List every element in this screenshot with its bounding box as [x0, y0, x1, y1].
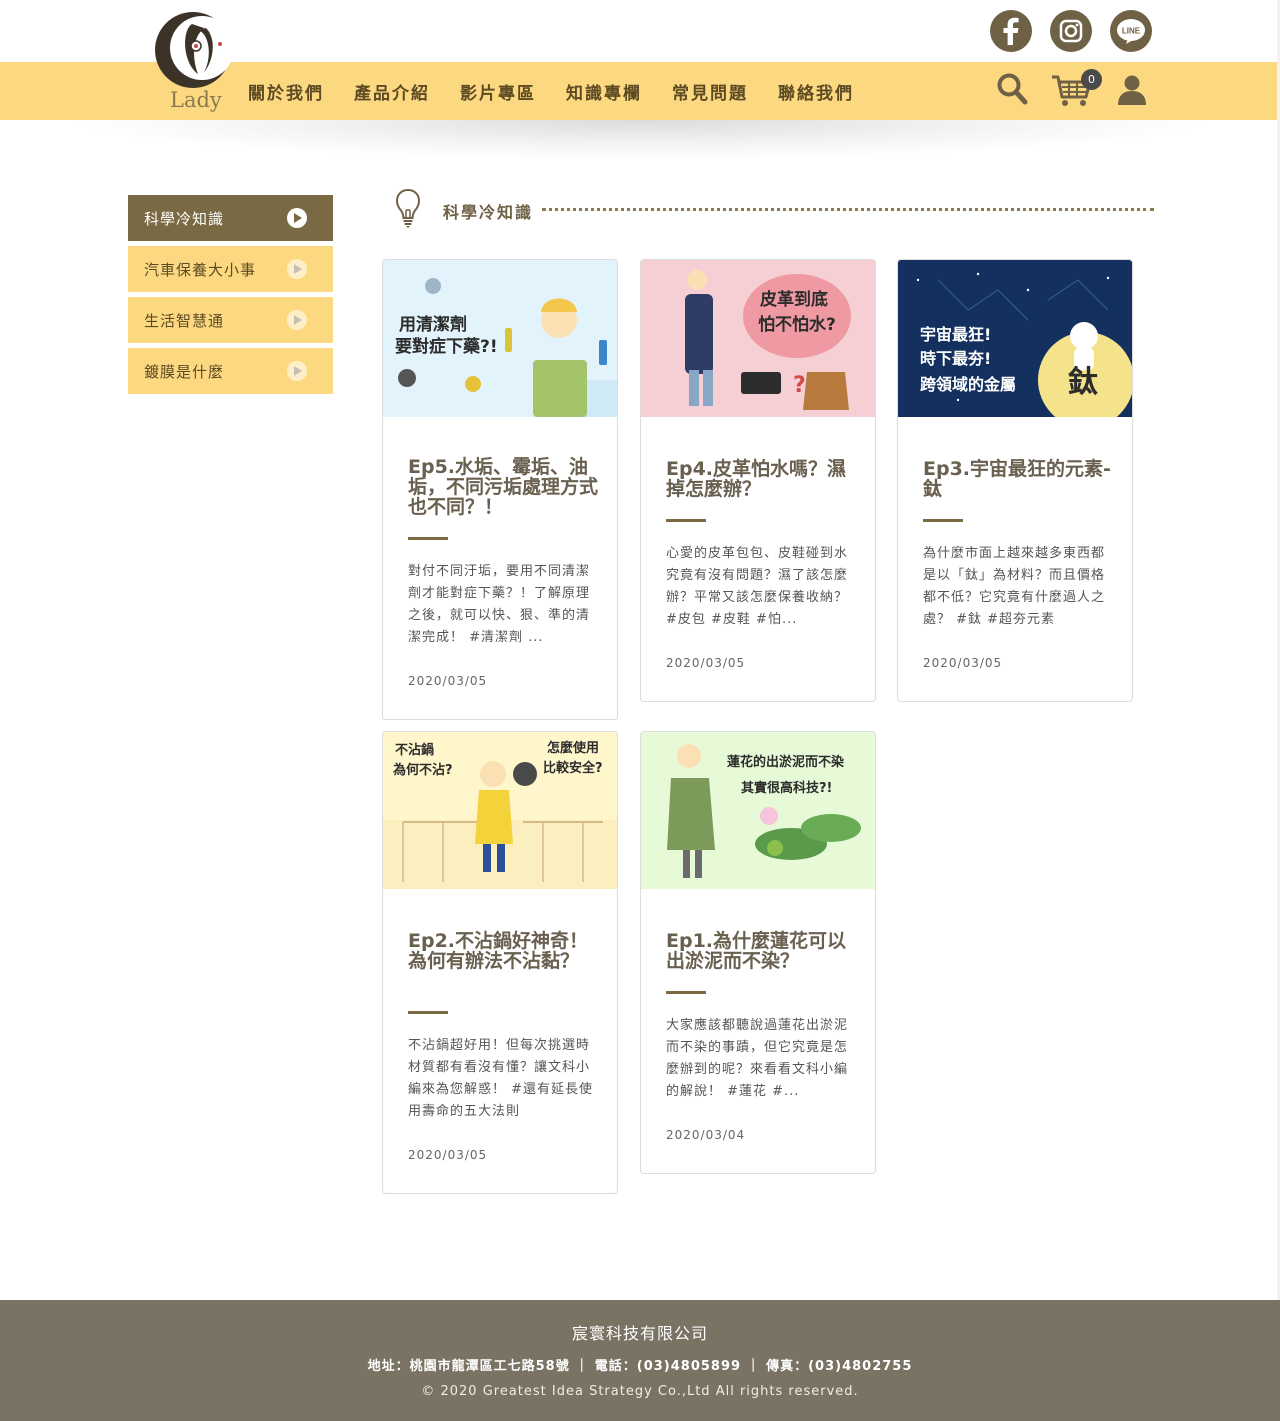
- question-mark-icon: ?: [793, 373, 806, 398]
- article-card-ep2[interactable]: 不沾鍋 為何不沾? 怎麼使用 比較安全? Ep2.不沾鍋好神奇！為何有辦法不沾黏…: [382, 731, 618, 1194]
- instagram-icon[interactable]: [1050, 10, 1092, 52]
- article-title[interactable]: Ep4.皮革怕水嗎？濕掉怎麼辦？: [666, 459, 856, 499]
- sidebar-item-science[interactable]: 科學冷知識: [128, 195, 333, 241]
- article-title[interactable]: Ep5.水垢、霉垢、油垢，不同污垢處理方式也不同？！: [408, 457, 598, 517]
- article-description: 心愛的皮革包包、皮鞋碰到水究竟有沒有問題？濕了該怎麼辦？平常又該怎麼保養收納？ …: [666, 546, 849, 627]
- title-rule: [923, 519, 963, 522]
- title-rule: [408, 1011, 448, 1014]
- line-icon-label: LINE: [1122, 27, 1141, 36]
- article-image: 蓮花的出淤泥而不染 其實很高科技?!: [641, 732, 875, 889]
- article-description: 為什麼市面上越來越多東西都是以「鈦」為材料？而且價格都不低？它究竟有什麼過人之處…: [923, 546, 1106, 627]
- title-rule: [408, 537, 448, 540]
- article-date: 2020/03/05: [666, 656, 746, 670]
- facebook-icon[interactable]: [990, 10, 1032, 52]
- article-date: 2020/03/05: [408, 674, 488, 688]
- article-date: 2020/03/05: [408, 1148, 488, 1162]
- article-description: 不沾鍋超好用！但每次挑選時材質都有看沒有懂？讓文科小編來為您解惑！ #還有延長使…: [408, 1038, 594, 1119]
- footer-copyright: © 2020 Greatest Idea Strategy Co.,Ltd Al…: [421, 1384, 859, 1399]
- play-icon: [287, 310, 307, 330]
- category-sidebar: 科學冷知識 汽車保養大小事 生活智慧通 鍍膜是什麼: [128, 195, 333, 399]
- titanium-glyph: 鈦: [1068, 365, 1098, 400]
- main-nav: 關於我們 產品介紹 影片專區 知識專欄 常見問題 聯絡我們: [248, 62, 884, 120]
- article-description: 對付不同汙垢，要用不同清潔劑才能對症下藥？！了解原理之後，就可以快、狠、準的清潔…: [408, 564, 591, 645]
- play-icon: [287, 208, 307, 228]
- footer-address: 地址：桃園市龍潭區工七路58號 ｜ 電話：(03)4805899 ｜ 傳真：(0…: [367, 1359, 913, 1374]
- site-footer: 宸寰科技有限公司 地址：桃園市龍潭區工七路58號 ｜ 電話：(03)480589…: [0, 1300, 1280, 1421]
- nav-item-videos[interactable]: 影片專區: [460, 79, 536, 104]
- article-title[interactable]: Ep2.不沾鍋好神奇！為何有辦法不沾黏？: [408, 931, 598, 971]
- title-rule: [666, 519, 706, 522]
- sidebar-item-label: 鍍膜是什麼: [144, 362, 225, 381]
- play-icon: [287, 361, 307, 381]
- article-card-ep3[interactable]: 宇宙最狂! 時下最夯! 跨領域的金屬 鈦 Ep3.宇宙最狂的元素-鈦 為什麼市面…: [897, 259, 1133, 702]
- article-description: 大家應該都聽說過蓮花出淤泥而不染的事蹟，但它究竟是怎麼辦到的呢？來看看文科小編的…: [666, 1018, 849, 1099]
- article-title[interactable]: Ep3.宇宙最狂的元素-鈦: [923, 459, 1113, 499]
- nav-item-faq[interactable]: 常見問題: [672, 79, 748, 104]
- article-image: 用清潔劑 要對症下藥?!: [383, 260, 617, 417]
- nav-item-products[interactable]: 產品介紹: [354, 79, 430, 104]
- article-image: 宇宙最狂! 時下最夯! 跨領域的金屬 鈦: [898, 260, 1132, 417]
- article-card-ep4[interactable]: 皮革到底 怕不怕水? ? Ep4.皮革怕水嗎？濕掉怎麼辦？ 心愛的皮革包包、皮鞋…: [640, 259, 876, 702]
- article-date: 2020/03/05: [923, 656, 1003, 670]
- logo-text: Lady: [170, 88, 222, 112]
- cart-count-badge: 0: [1081, 69, 1102, 90]
- nav-item-about[interactable]: 關於我們: [248, 79, 324, 104]
- line-icon[interactable]: LINE: [1110, 10, 1152, 52]
- article-image: 不沾鍋 為何不沾? 怎麼使用 比較安全?: [383, 732, 617, 889]
- title-rule: [666, 991, 706, 994]
- search-icon[interactable]: [996, 72, 1028, 106]
- nav-item-knowledge[interactable]: 知識專欄: [566, 79, 642, 104]
- section-title: 科學冷知識: [443, 203, 534, 222]
- sidebar-item-car-care[interactable]: 汽車保養大小事: [128, 246, 333, 292]
- play-icon: [287, 259, 307, 279]
- sidebar-item-label: 生活智慧通: [144, 311, 225, 330]
- article-title[interactable]: Ep1.為什麼蓮花可以出淤泥而不染？: [666, 931, 856, 971]
- sidebar-item-life-tips[interactable]: 生活智慧通: [128, 297, 333, 343]
- article-date: 2020/03/04: [666, 1128, 746, 1142]
- sidebar-item-label: 科學冷知識: [144, 209, 225, 228]
- article-card-ep1[interactable]: 蓮花的出淤泥而不染 其實很高科技?! Ep1.為什麼蓮花可以出淤泥而不染？ 大家…: [640, 731, 876, 1174]
- header-shadow: [60, 120, 1220, 160]
- lightbulb-icon: [395, 188, 421, 228]
- article-card-ep5[interactable]: 用清潔劑 要對症下藥?! Ep5.水垢、霉垢、油垢，不同污垢處理方式也不同？！ …: [382, 259, 618, 720]
- section-divider: [542, 208, 1154, 211]
- footer-company: 宸寰科技有限公司: [571, 1324, 708, 1343]
- nav-item-contact[interactable]: 聯絡我們: [778, 79, 854, 104]
- user-icon[interactable]: [1117, 74, 1147, 106]
- sidebar-item-label: 汽車保養大小事: [144, 260, 257, 279]
- article-image: 皮革到底 怕不怕水? ?: [641, 260, 875, 417]
- sidebar-item-coating[interactable]: 鍍膜是什麼: [128, 348, 333, 394]
